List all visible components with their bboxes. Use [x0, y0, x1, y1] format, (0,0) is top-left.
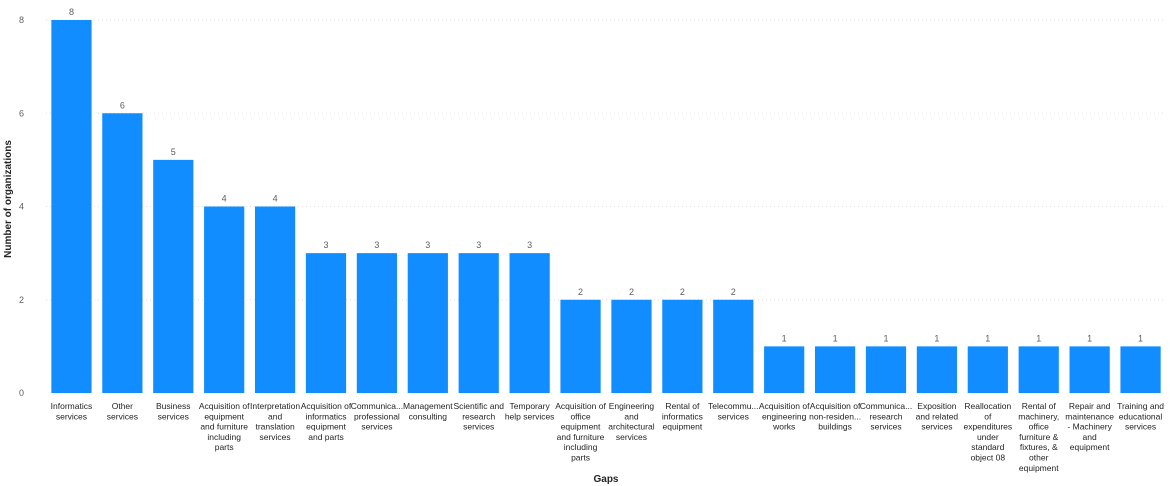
- data-label: 5: [171, 147, 176, 157]
- data-label: 8: [69, 7, 74, 17]
- bar[interactable]: [1018, 346, 1059, 393]
- x-category-label: Acquisition of engineering works: [759, 401, 810, 432]
- x-category-label: Business services: [156, 401, 191, 421]
- bar-chart: 0 2 4 6 8 8 6 5 4 4 3 3 3 3 3 2 2 2 2 1 1 1 1 1 1 1 1 Informatics…: [3, 7, 1166, 485]
- x-category-label: Telecommu... services: [708, 401, 759, 421]
- bar[interactable]: [713, 299, 754, 393]
- data-label: 2: [629, 287, 634, 297]
- bar[interactable]: [967, 346, 1008, 393]
- bar[interactable]: [662, 299, 703, 393]
- y-tick-label: 0: [19, 388, 24, 398]
- x-category-label: Other services: [107, 401, 138, 421]
- bar[interactable]: [560, 299, 601, 393]
- y-axis-title: Number of organizations: [3, 140, 14, 258]
- bar[interactable]: [305, 253, 347, 393]
- y-tick-label: 4: [19, 202, 24, 212]
- bar[interactable]: [764, 346, 805, 393]
- data-label: 3: [374, 240, 379, 250]
- x-axis-categories: Informatics services Other services Business…: [51, 401, 1165, 473]
- bar[interactable]: [509, 253, 550, 393]
- bar[interactable]: [407, 253, 448, 393]
- x-category-label: Rental of informatics equipment: [662, 401, 703, 432]
- x-category-label: Acquisition of equipment and furniture incl…: [199, 401, 250, 452]
- data-label: 3: [323, 240, 328, 250]
- data-label: 2: [680, 287, 685, 297]
- x-category-label: Repair and maintenance - Machinery and equip…: [1065, 401, 1114, 452]
- bar[interactable]: [1069, 346, 1110, 393]
- data-label: 1: [985, 333, 990, 343]
- data-label: 1: [934, 333, 939, 343]
- y-tick-label: 2: [19, 295, 24, 305]
- data-label: 3: [425, 240, 430, 250]
- x-category-label: Communica... professional services: [351, 401, 403, 432]
- y-tick-label: 6: [19, 108, 24, 118]
- bar[interactable]: [254, 206, 296, 394]
- x-category-label: Temporary help services: [505, 401, 555, 421]
- x-category-label: Communica... research services: [860, 401, 912, 432]
- data-label: 3: [527, 240, 532, 250]
- x-category-label: Exposition and related services: [916, 401, 959, 432]
- x-category-label: Interpretation and translation services: [250, 401, 300, 442]
- data-label: 4: [222, 194, 227, 204]
- x-category-label: Scientific and research services: [453, 401, 504, 432]
- data-label: 1: [833, 333, 838, 343]
- x-category-label: Acquisition of non-residen... buildings: [809, 401, 861, 432]
- y-axis-ticks: 0 2 4 6 8: [19, 15, 24, 398]
- bar[interactable]: [458, 253, 499, 393]
- bar[interactable]: [865, 346, 907, 393]
- x-category-label: Acquisition of informatics equipment and pa…: [301, 401, 352, 442]
- data-label: 1: [1036, 333, 1041, 343]
- data-label: 3: [476, 240, 481, 250]
- data-label: 2: [731, 287, 736, 297]
- bar[interactable]: [1120, 346, 1161, 393]
- data-label: 2: [578, 287, 583, 297]
- bar[interactable]: [204, 206, 245, 394]
- x-category-label: Training and educational services: [1117, 401, 1164, 432]
- bar[interactable]: [916, 346, 958, 393]
- data-label: 6: [120, 100, 125, 110]
- bar[interactable]: [102, 113, 143, 393]
- data-label: 1: [1138, 333, 1143, 343]
- x-category-label: Engineering and architectural services: [608, 401, 654, 442]
- x-category-label: Informatics services: [51, 401, 93, 421]
- bar[interactable]: [51, 20, 92, 393]
- data-label: 1: [782, 333, 787, 343]
- x-category-label: Reallocation of expenditures under standard o…: [963, 401, 1012, 463]
- bar[interactable]: [153, 159, 194, 393]
- data-label: 1: [1087, 333, 1092, 343]
- data-label: 1: [883, 333, 888, 343]
- bar[interactable]: [814, 346, 856, 393]
- bar[interactable]: [356, 253, 398, 393]
- data-label: 4: [273, 194, 278, 204]
- x-category-label: Management consulting: [403, 401, 453, 421]
- y-tick-label: 8: [19, 15, 24, 25]
- bar[interactable]: [611, 299, 652, 393]
- x-axis-title: Gaps: [593, 474, 618, 485]
- x-category-label: Rental of machinery, office furniture & fixt…: [1018, 401, 1059, 473]
- x-category-label: Acquisition of office equipment and furnitu…: [555, 401, 606, 463]
